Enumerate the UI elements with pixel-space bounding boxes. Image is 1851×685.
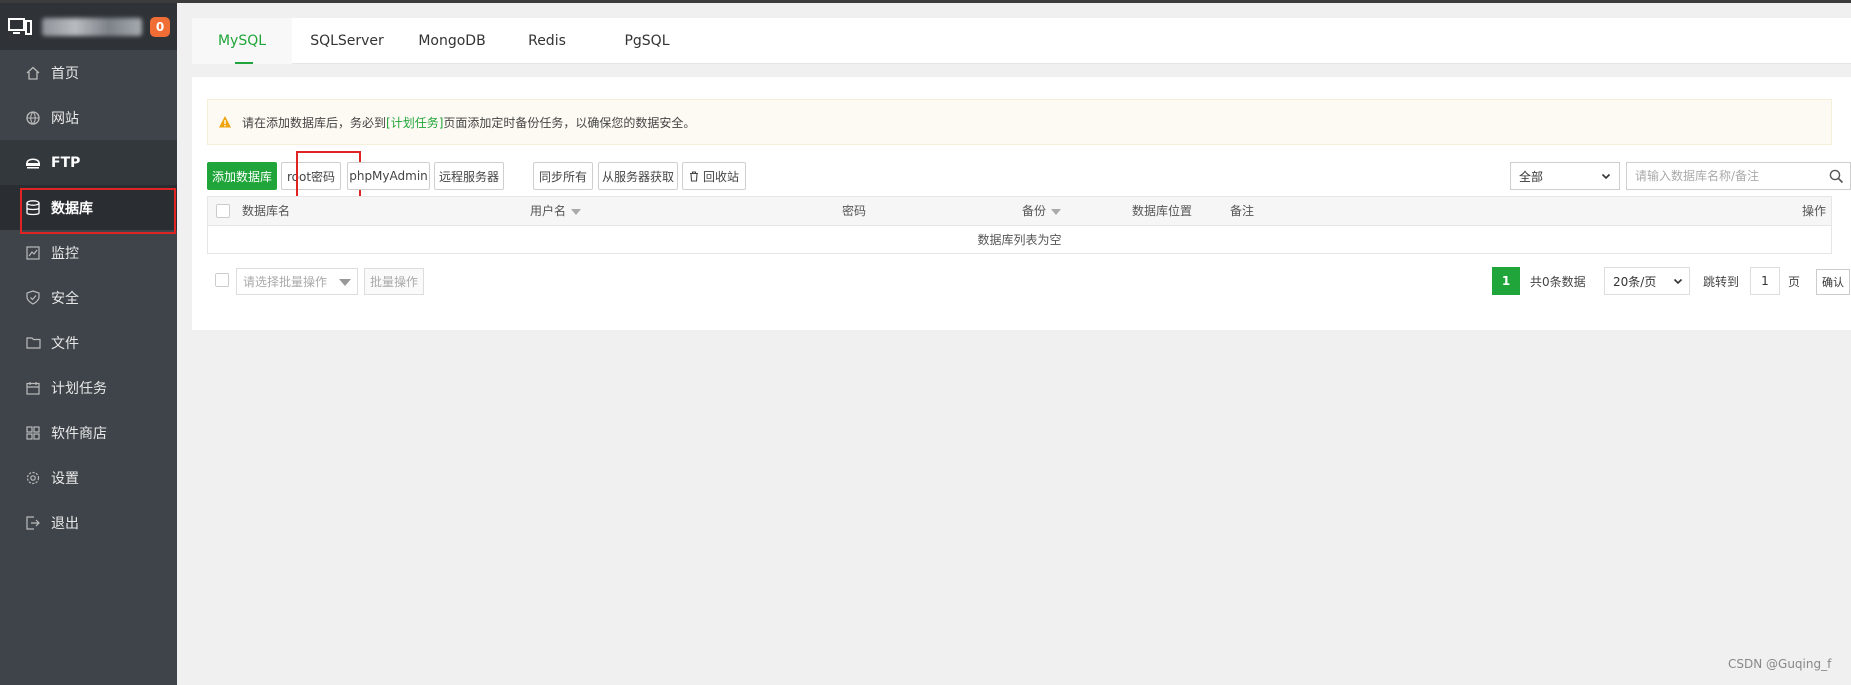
col-password: 密码 <box>842 204 867 218</box>
sidebar-item-label: FTP <box>51 154 81 171</box>
logout-icon <box>25 515 41 531</box>
notification-badge[interactable]: 0 <box>150 17 170 37</box>
sync-all-button[interactable]: 同步所有 <box>533 162 593 190</box>
watermark: CSDN @Guqing_f <box>1728 657 1832 671</box>
col-db-name: 数据库名 <box>242 204 291 218</box>
calendar-icon <box>25 380 41 396</box>
col-backup[interactable]: 备份 <box>1022 197 1062 226</box>
col-actions: 操作 <box>1802 204 1827 218</box>
current-page[interactable]: 1 <box>1492 267 1520 295</box>
search-icon[interactable] <box>1829 169 1844 184</box>
add-database-button[interactable]: 添加数据库 <box>207 162 277 190</box>
alert-text-before: 请在添加数据库后，务必到 <box>242 115 387 130</box>
root-password-button[interactable]: root密码 <box>281 162 341 190</box>
fetch-from-server-button[interactable]: 从服务器获取 <box>598 162 678 190</box>
sidebar-header: 0 <box>0 3 177 50</box>
globe-icon <box>25 110 41 126</box>
search-input[interactable] <box>1627 163 1817 189</box>
sidebar-item-cron[interactable]: 计划任务 <box>0 365 177 410</box>
sidebar-item-ftp[interactable]: FTP <box>0 140 177 185</box>
sort-icon <box>1051 208 1062 215</box>
sidebar-item-store[interactable]: 软件商店 <box>0 410 177 455</box>
alert-text-after: 页面添加定时备份任务，以确保您的数据安全。 <box>443 115 696 130</box>
col-remark: 备注 <box>1230 204 1255 218</box>
warning-icon <box>219 116 231 128</box>
total-count: 共0条数据 <box>1530 275 1586 289</box>
sidebar-item-label: 计划任务 <box>51 380 107 397</box>
sidebar-item-settings[interactable]: 设置 <box>0 455 177 500</box>
sidebar-nav: 首页 网站 FTP 数据库 监控 安全 文件 计划任务 软件商店 设置 退出 <box>0 50 177 545</box>
tab-pgsql[interactable]: PgSQL <box>592 18 702 64</box>
sidebar-item-label: 网站 <box>51 110 79 127</box>
sidebar-item-label: 安全 <box>51 290 79 307</box>
sidebar: 0 首页 网站 FTP 数据库 监控 安全 文件 计划任务 软件商店 设置 退出 <box>0 3 177 685</box>
tab-sqlserver[interactable]: SQLServer <box>292 18 402 64</box>
database-table: 数据库名 用户名 密码 备份 数据库位置 备注 操作 数据库列表为空 <box>207 196 1832 254</box>
ftp-icon <box>25 155 41 171</box>
monitor-icon <box>8 17 32 35</box>
trash-icon <box>689 170 698 182</box>
sidebar-item-label: 退出 <box>51 515 79 532</box>
sidebar-item-label: 数据库 <box>51 200 93 217</box>
sidebar-item-monitor[interactable]: 监控 <box>0 230 177 275</box>
col-location: 数据库位置 <box>1132 204 1193 218</box>
page-suffix-label: 页 <box>1788 275 1801 289</box>
sidebar-item-website[interactable]: 网站 <box>0 95 177 140</box>
sidebar-item-files[interactable]: 文件 <box>0 320 177 365</box>
chevron-down-icon <box>1673 278 1683 285</box>
table-empty-row: 数据库列表为空 <box>977 233 1062 247</box>
batch-select-placeholder: 请选择批量操作 <box>243 275 328 289</box>
col-username-label: 用户名 <box>530 204 567 218</box>
sidebar-item-database[interactable]: 数据库 <box>0 185 177 234</box>
batch-operation-button[interactable]: 批量操作 <box>364 268 424 295</box>
sidebar-item-logout[interactable]: 退出 <box>0 500 177 545</box>
home-icon <box>25 65 41 81</box>
recycle-bin-button[interactable]: 回收站 <box>682 162 746 190</box>
sidebar-item-label: 文件 <box>51 335 79 352</box>
gear-icon <box>25 470 41 486</box>
filter-select-value: 全部 <box>1519 169 1544 184</box>
per-page-select[interactable]: 20条/页 <box>1604 267 1690 295</box>
batch-operation-select[interactable]: 请选择批量操作 <box>236 268 358 295</box>
sort-icon <box>571 208 582 215</box>
per-page-value: 20条/页 <box>1613 274 1657 289</box>
grid-icon <box>25 425 41 441</box>
jump-page-input[interactable]: 1 <box>1750 267 1780 295</box>
sidebar-item-security[interactable]: 安全 <box>0 275 177 320</box>
database-panel: 请在添加数据库后，务必到 [计划任务] 页面添加定时备份任务，以确保您的数据安全。 … <box>192 77 1851 330</box>
backup-warning-alert: 请在添加数据库后，务必到 [计划任务] 页面添加定时备份任务，以确保您的数据安全。 <box>207 99 1832 145</box>
col-backup-label: 备份 <box>1022 204 1047 218</box>
server-name-blurred <box>42 17 142 36</box>
sidebar-item-home[interactable]: 首页 <box>0 50 177 95</box>
table-header: 数据库名 用户名 密码 备份 数据库位置 备注 操作 <box>208 197 1831 226</box>
main-content: MySQL SQLServer MongoDB Redis PgSQL 请在添加… <box>177 3 1851 685</box>
sidebar-item-label: 监控 <box>51 245 79 262</box>
jump-to-label: 跳转到 <box>1703 275 1740 289</box>
sidebar-item-label: 设置 <box>51 470 79 487</box>
shield-icon <box>25 290 41 306</box>
db-type-tabs: MySQL SQLServer MongoDB Redis PgSQL <box>192 18 1851 64</box>
chevron-down-icon <box>1601 173 1611 180</box>
filter-select[interactable]: 全部 <box>1510 162 1620 190</box>
recycle-bin-label: 回收站 <box>702 169 739 184</box>
sidebar-item-label: 软件商店 <box>51 425 107 442</box>
select-all-checkbox[interactable] <box>216 204 230 218</box>
bottom-select-all-checkbox[interactable] <box>215 273 229 287</box>
col-username[interactable]: 用户名 <box>530 197 582 226</box>
database-icon <box>25 199 41 216</box>
cron-task-link[interactable]: [计划任务] <box>386 114 443 131</box>
remote-server-button[interactable]: 远程服务器 <box>434 162 504 190</box>
jump-confirm-button[interactable]: 确认 <box>1816 269 1850 295</box>
folder-icon <box>25 335 41 351</box>
monitor-chart-icon <box>25 245 41 261</box>
phpmyadmin-button[interactable]: phpMyAdmin <box>347 162 430 190</box>
search-box <box>1626 162 1851 190</box>
tab-mysql[interactable]: MySQL <box>192 18 292 64</box>
tab-redis[interactable]: Redis <box>502 18 592 64</box>
chevron-down-icon <box>339 279 351 286</box>
tab-mongodb[interactable]: MongoDB <box>402 18 502 64</box>
sidebar-item-label: 首页 <box>51 65 79 82</box>
